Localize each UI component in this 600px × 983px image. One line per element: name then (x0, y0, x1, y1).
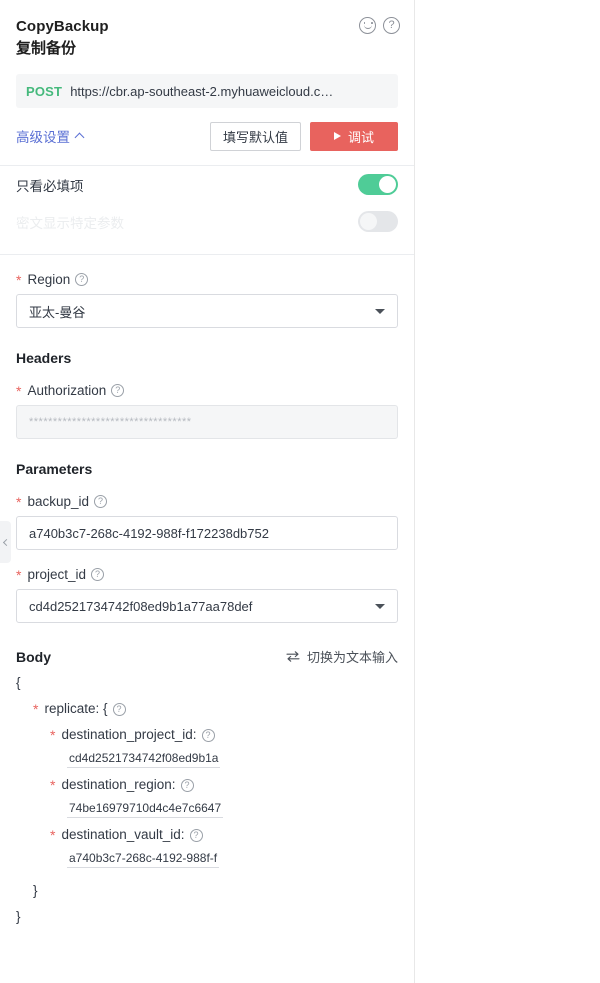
body-section-title: Body (16, 649, 51, 665)
help-icon-region[interactable]: ? (75, 273, 88, 286)
json-close-brace-row: } (16, 904, 398, 930)
json-replicate-close-brace: } (33, 884, 38, 898)
project-id-label-text: project_id (27, 567, 86, 582)
mask-params-label: 密文显示特定参数 (16, 212, 124, 232)
destination-vault-id-input[interactable]: a740b3c7-268c-4192-988f-f (67, 852, 219, 868)
destination-project-id-input[interactable]: cd4d2521734742f08ed9b1a (67, 752, 220, 768)
action-row: 高级设置 填写默认值 调试 (16, 121, 398, 151)
switch-to-text-input-label: 切换为文本输入 (307, 647, 398, 666)
headers-section-title: Headers (16, 350, 398, 366)
mask-params-row: 密文显示特定参数 (16, 203, 398, 240)
backup-id-input[interactable]: a740b3c7-268c-4192-988f-f172238db752 (16, 516, 398, 550)
json-replicate-key: replicate: { (44, 702, 107, 716)
request-url-bar[interactable]: POST https://cbr.ap-southeast-2.myhuawei… (16, 74, 398, 108)
page-title: CopyBackup (16, 16, 398, 37)
swap-arrows-icon (286, 651, 300, 662)
action-buttons: 填写默认值 调试 (210, 122, 398, 151)
api-debug-panel: CopyBackup 复制备份 ? POST https://cbr.ap-so… (0, 0, 600, 983)
json-destination-project-id-key: destination_project_id: (61, 728, 196, 742)
chevron-down-icon (375, 604, 385, 609)
page-subtitle: 复制备份 (16, 38, 398, 60)
json-destination-project-id-value-row: cd4d2521734742f08ed9b1a (16, 748, 398, 772)
fill-defaults-button[interactable]: 填写默认值 (210, 122, 301, 151)
json-open-brace: { (16, 676, 21, 690)
body-header: Body 切换为文本输入 (16, 647, 398, 666)
advanced-settings-label: 高级设置 (16, 126, 70, 146)
json-destination-region-key: destination_region: (61, 778, 175, 792)
required-only-row: 只看必填项 (16, 166, 398, 203)
project-id-value: cd4d2521734742f08ed9b1a77aa78def (29, 599, 252, 614)
json-replicate-row: * replicate: { ? (16, 696, 398, 722)
destination-region-input[interactable]: 74be16979710d4c4e7c6647 (67, 802, 223, 818)
region-value: 亚太-曼谷 (29, 302, 85, 321)
json-destination-region-value-row: 74be16979710d4c4e7c6647 (16, 798, 398, 822)
region-label: * Region ? (16, 272, 398, 287)
http-method-badge: POST (26, 84, 62, 99)
parameters-section-title: Parameters (16, 461, 398, 477)
help-icon-project-id[interactable]: ? (91, 568, 104, 581)
chevron-up-icon (75, 133, 85, 143)
help-icon-destination-vault-id[interactable]: ? (190, 829, 203, 842)
json-close-brace: } (16, 910, 21, 924)
required-only-switch[interactable] (358, 174, 398, 195)
required-marker: * (50, 828, 55, 842)
required-marker: * (50, 778, 55, 792)
panel-header: CopyBackup 复制备份 ? (0, 0, 414, 60)
required-marker: * (50, 728, 55, 742)
required-marker: * (16, 495, 21, 509)
play-icon (334, 132, 341, 140)
required-marker: * (16, 384, 21, 398)
required-marker: * (33, 702, 38, 716)
body-json-editor: { * replicate: { ? * destination_project… (16, 670, 398, 930)
help-icon-destination-project-id[interactable]: ? (202, 729, 215, 742)
required-marker: * (16, 568, 21, 582)
project-id-select[interactable]: cd4d2521734742f08ed9b1a77aa78def (16, 589, 398, 623)
json-destination-vault-id-value-row: a740b3c7-268c-4192-988f-f (16, 848, 398, 872)
project-id-label: * project_id ? (16, 567, 398, 582)
json-replicate-close-row: } (16, 878, 398, 904)
required-marker: * (16, 273, 21, 287)
region-label-text: Region (27, 272, 70, 287)
divider-options (0, 254, 414, 255)
panel-collapse-handle[interactable] (0, 521, 11, 563)
authorization-label: * Authorization ? (16, 383, 398, 398)
backup-id-label: * backup_id ? (16, 494, 398, 509)
json-destination-project-id-row: * destination_project_id: ? (16, 722, 398, 748)
required-only-label: 只看必填项 (16, 175, 84, 195)
header-icon-group: ? (359, 17, 400, 34)
json-open-brace-row: { (16, 670, 398, 696)
debug-button[interactable]: 调试 (310, 122, 398, 151)
help-icon-backup-id[interactable]: ? (94, 495, 107, 508)
json-destination-vault-id-key: destination_vault_id: (61, 828, 184, 842)
request-panel: CopyBackup 复制备份 ? POST https://cbr.ap-so… (0, 0, 415, 983)
authorization-label-text: Authorization (27, 383, 106, 398)
request-form: * Region ? 亚太-曼谷 Headers * Authorization… (0, 272, 414, 930)
chevron-down-icon (375, 309, 385, 314)
smiley-icon[interactable] (359, 17, 376, 34)
mask-params-switch[interactable] (358, 211, 398, 232)
response-panel-empty (416, 0, 600, 983)
chevron-left-icon (3, 538, 10, 545)
switch-to-text-input-button[interactable]: 切换为文本输入 (286, 647, 398, 666)
help-icon-authorization[interactable]: ? (111, 384, 124, 397)
json-destination-vault-id-row: * destination_vault_id: ? (16, 822, 398, 848)
debug-button-label: 调试 (348, 127, 374, 146)
authorization-input[interactable]: ********************************** (16, 405, 398, 439)
question-circle-icon[interactable]: ? (383, 17, 400, 34)
help-icon-replicate[interactable]: ? (113, 703, 126, 716)
advanced-settings-toggle[interactable]: 高级设置 (16, 126, 83, 146)
request-url-text: https://cbr.ap-southeast-2.myhuaweicloud… (70, 84, 333, 99)
json-destination-region-row: * destination_region: ? (16, 772, 398, 798)
region-select[interactable]: 亚太-曼谷 (16, 294, 398, 328)
help-icon-destination-region[interactable]: ? (181, 779, 194, 792)
backup-id-label-text: backup_id (27, 494, 89, 509)
